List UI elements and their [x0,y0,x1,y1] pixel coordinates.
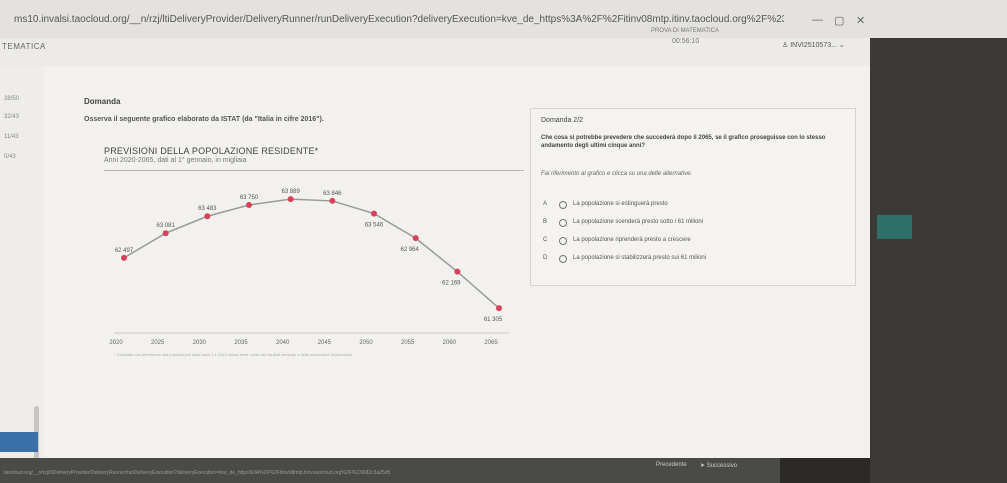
option-letter: A [543,201,548,207]
chevron-down-icon[interactable]: ⌄ [839,42,845,49]
data-label: 63 750 [240,195,259,201]
nav-active-indicator[interactable] [0,432,38,452]
chart-footnote: * Calcolate con riferimento alla popolaz… [114,352,353,357]
minimize-button[interactable]: — [812,14,823,26]
test-title: PROVA DI MATEMATICA [651,28,720,34]
background-object [877,215,912,239]
data-label: 62 497 [115,248,134,254]
nav-item-2[interactable]: 32/43 [4,114,19,120]
timer: 00:56:10 [672,38,700,45]
data-label: 61 305 [484,317,503,323]
next-button[interactable]: ➤ Successivo [700,462,737,469]
x-tick-label: 2040 [276,340,290,346]
app-header: TEMATICA [0,38,870,67]
x-tick-label: 2055 [401,340,415,346]
browser-toolbar: ms10.invalsi.taocloud.org/__n/rzj/ltiDel… [0,0,1007,38]
option-text: La popolazione scenderà presto sotto i 6… [573,219,704,225]
data-label: 63 546 [365,223,384,229]
x-tick-label: 2045 [318,340,332,346]
next-label: Successivo [706,463,738,469]
radio-icon[interactable] [559,201,567,209]
question-text: Che cosa si potrebbe prevedere che succe… [541,135,826,149]
data-point [162,230,169,237]
question-hint: Fai riferimento al grafico e clicca su u… [541,171,693,177]
x-tick-label: 2035 [234,340,248,346]
x-tick-label: 2025 [151,340,165,346]
radio-icon[interactable] [559,237,567,245]
question-number: Domanda 2/2 [541,117,584,124]
nav-item-4[interactable]: 0/43 [4,154,16,160]
data-label: 63 846 [323,191,342,197]
data-label: 63 483 [198,206,217,212]
option-text: La popolazione riprenderà presto a cresc… [573,237,691,243]
close-window-button[interactable]: ✕ [856,14,865,27]
data-point [204,213,211,220]
background-desk [870,38,1007,483]
nav-item-1[interactable]: 38/50 [4,96,19,102]
user-icon: ♙ [782,42,791,49]
status-url: taocloud.org/__n/rzj/ltiDeliveryProvider… [4,470,391,476]
option-text: La popolazione si stabilizzerà presto su… [573,255,707,261]
option-letter: C [543,237,548,243]
population-line-chart: 62 497 2020 63 081 2025 63 483 2030 63 750 2035… [109,189,509,346]
x-tick-label: 2020 [109,340,123,346]
user-label[interactable]: ♙ INVI2510573... ⌄ [782,41,845,49]
data-point [329,197,336,204]
data-point [371,210,377,217]
option-letter: B [543,219,548,225]
next-arrow-icon: ➤ [700,463,707,469]
data-label: 62 169 [442,281,461,287]
data-label: 62 964 [400,247,419,253]
data-point [454,268,461,275]
data-point [496,305,502,312]
data-label: 63 889 [281,189,300,195]
nav-item-3[interactable]: 11/43 [4,134,19,140]
radio-icon[interactable] [559,219,567,227]
bottom-bar: taocloud.org/__n/rzj/ltiDeliveryProvider… [0,458,780,483]
data-point [412,235,419,242]
x-tick-label: 2050 [359,340,373,346]
previous-button[interactable]: Precedente [656,462,687,468]
x-tick-label: 2065 [484,340,498,346]
x-tick-label: 2030 [193,340,207,346]
option-text: La popolazione si estinguerà presto [573,201,668,207]
address-bar[interactable]: ms10.invalsi.taocloud.org/__n/rzj/ltiDel… [14,14,784,25]
user-id: INVI2510573... [790,42,837,49]
question-panel: Domanda 2/2 Che cosa si potrebbe prevede… [530,108,856,286]
x-tick-label: 2060 [443,340,457,346]
series-line [123,198,500,309]
question-nav: 38/50 32/43 11/43 0/43 [0,66,45,476]
main-content: Domanda Osserva il seguente grafico elab… [44,66,870,458]
option-letter: D [543,255,548,261]
data-label: 63 081 [156,223,175,229]
brand-label: TEMATICA [2,42,46,51]
radio-icon[interactable] [559,255,567,263]
data-point [121,254,127,261]
maximize-button[interactable]: ▢ [834,14,844,27]
data-point [287,196,294,203]
data-point [246,201,252,208]
